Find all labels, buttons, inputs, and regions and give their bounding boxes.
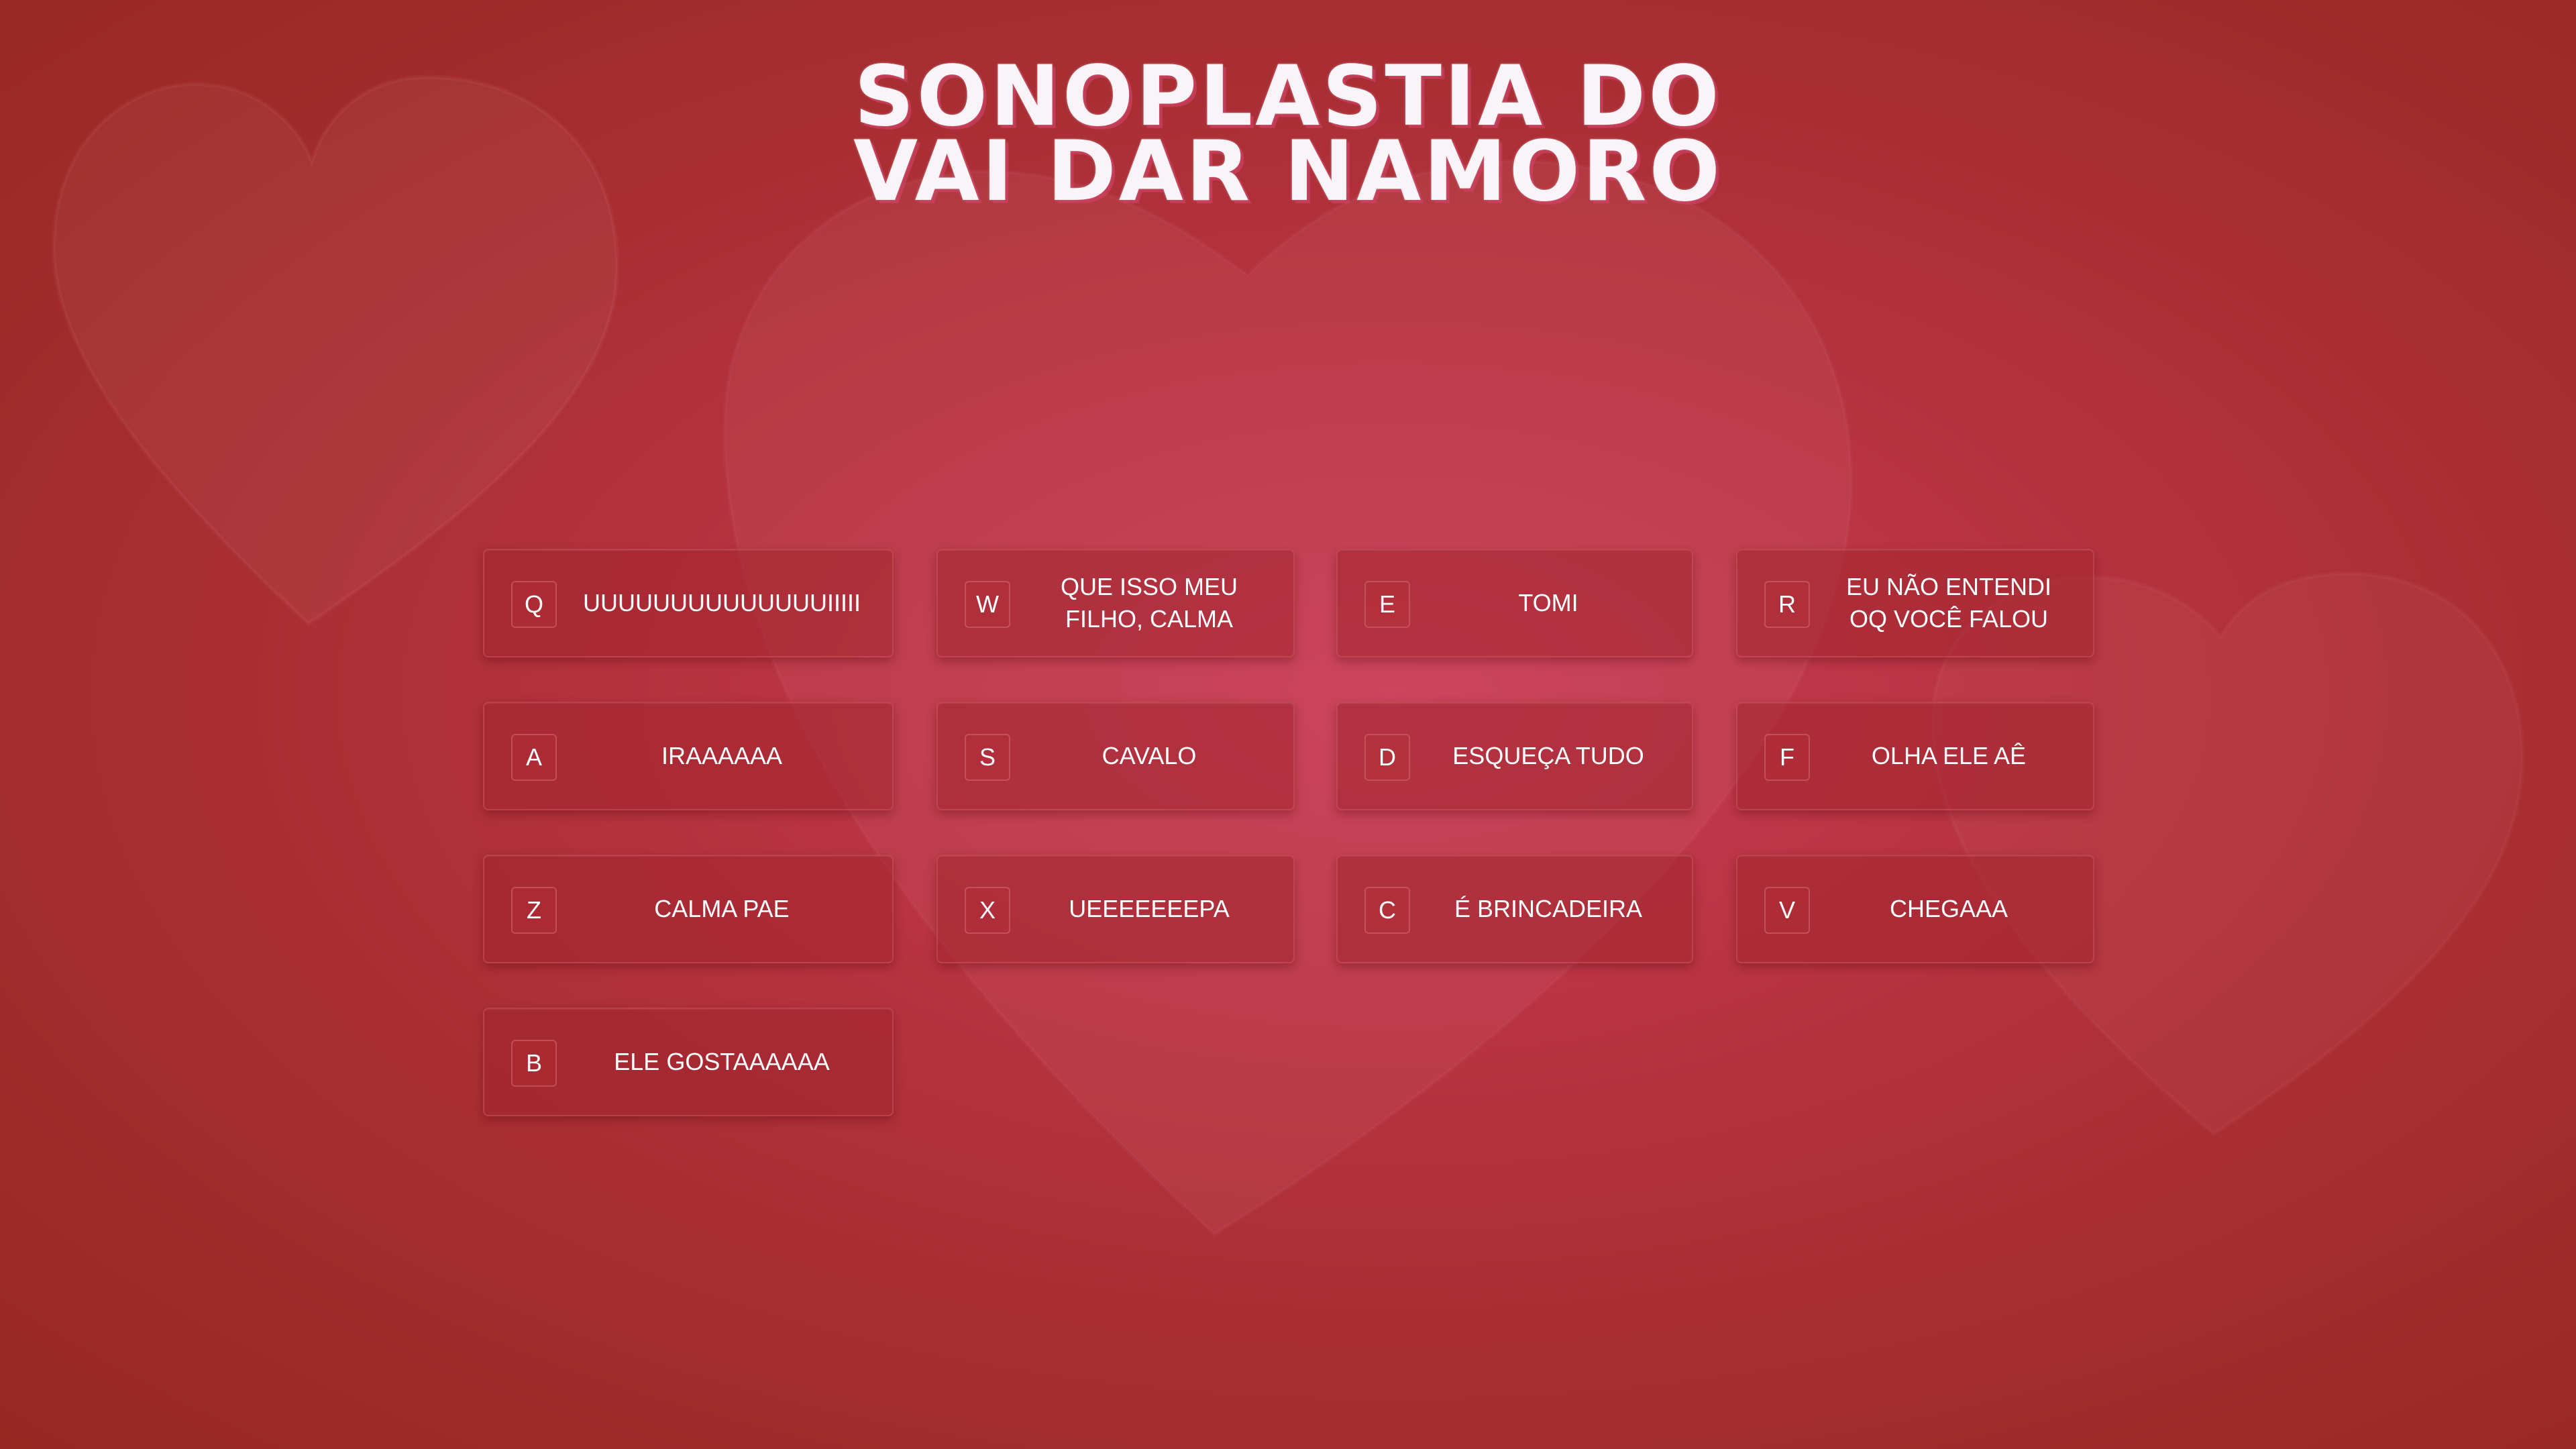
sound-button-label: TOMI [1518,589,1578,616]
key-badge: S [965,734,1010,781]
sound-button-r[interactable]: R EU NÃO ENTENDI OQ VOCÊ FALOU [1736,549,2094,657]
sound-button-f[interactable]: F OLHA ELE AÊ [1736,702,2094,810]
sound-button-label: UUUUUUUUUUUUUUIIIII [583,589,861,616]
sound-button-label: É BRINCADEIRA [1454,895,1643,922]
sound-button-d[interactable]: D ESQUEÇA TUDO [1336,702,1693,810]
sound-button-label: QUE ISSO MEU FILHO, CALMA [1060,573,1238,633]
key-badge: D [1364,734,1410,781]
page-title: SONOPLASTIA DO VAI DAR NAMORO [0,55,2576,220]
key-badge: A [511,734,557,781]
key-badge: X [965,887,1010,934]
sound-button-label: IRAAAAAA [661,742,783,769]
key-badge: Q [511,581,557,628]
sound-button-label: CHEGAAA [1889,895,2008,922]
heart-icon [1929,571,2525,1136]
key-badge: Z [511,887,557,934]
sound-button-b[interactable]: B ELE GOSTAAAAAA [483,1008,894,1116]
sound-button-v[interactable]: V CHEGAAA [1736,855,2094,963]
key-badge: C [1364,887,1410,934]
sound-button-label: CALMA PAE [654,895,790,922]
sound-button-label: EU NÃO ENTENDI OQ VOCÊ FALOU [1845,573,2052,633]
sound-button-label: OLHA ELE AÊ [1871,742,2027,769]
key-badge: V [1764,887,1810,934]
heart-icon [722,158,1854,1237]
sound-button-e[interactable]: E TOMI [1336,549,1693,657]
page-title-line-2: VAI DAR NAMORO [853,123,1723,220]
sound-button-x[interactable]: X UEEEEEEEPA [936,855,1295,963]
sound-button-label: ESQUEÇA TUDO [1452,742,1644,769]
key-badge: B [511,1040,557,1087]
sound-button-z[interactable]: Z CALMA PAE [483,855,894,963]
sound-button-a[interactable]: A IRAAAAAA [483,702,894,810]
sound-button-q[interactable]: Q UUUUUUUUUUUUUUIIIII [483,549,894,657]
sound-button-s[interactable]: S CAVALO [936,702,1295,810]
sound-button-label: UEEEEEEEPA [1069,895,1230,922]
sound-button-label: CAVALO [1102,742,1197,769]
key-badge: F [1764,734,1810,781]
sound-button-label: ELE GOSTAAAAAA [614,1048,830,1075]
key-badge: W [965,581,1010,628]
key-badge: R [1764,581,1810,628]
key-badge: E [1364,581,1410,628]
sound-button-c[interactable]: C É BRINCADEIRA [1336,855,1693,963]
sound-button-w[interactable]: W QUE ISSO MEU FILHO, CALMA [936,549,1295,657]
